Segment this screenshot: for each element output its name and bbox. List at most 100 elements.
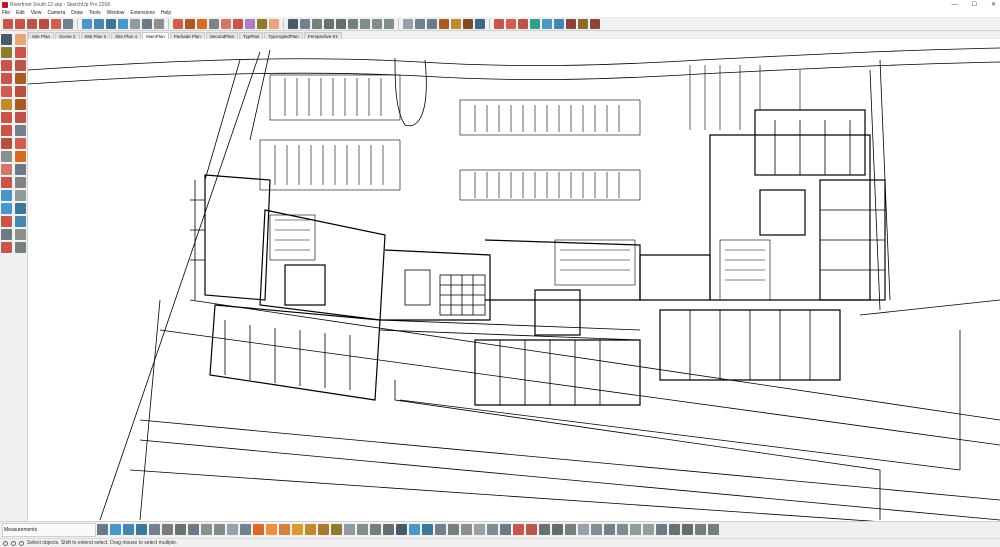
scene-tab-site-plan-2[interactable]: Site Plan 2 — [80, 32, 111, 39]
dynamic-component-icon[interactable] — [201, 524, 212, 535]
soften-edges-icon[interactable] — [461, 524, 472, 535]
group-icon[interactable] — [312, 18, 322, 29]
menu-help[interactable]: Help — [161, 10, 171, 16]
export-icon[interactable] — [539, 524, 550, 535]
minimize-button[interactable]: — — [952, 2, 958, 8]
polygon-tool-icon[interactable] — [1, 86, 12, 97]
scene-tab-typangledplan[interactable]: TypAngledPlan — [264, 32, 303, 39]
axes-tool-icon[interactable] — [1, 177, 12, 188]
preferences-icon[interactable] — [500, 524, 511, 535]
scene-tab-site-plan-4[interactable]: Site Plan 4 — [111, 32, 142, 39]
push-pull-tool-icon[interactable] — [15, 112, 26, 123]
outliner-icon[interactable] — [383, 524, 394, 535]
dimension-icon[interactable] — [197, 18, 207, 29]
select-tool-icon[interactable] — [1, 34, 12, 45]
arc-tool-icon[interactable] — [15, 60, 26, 71]
ungroup-icon[interactable] — [656, 524, 667, 535]
walk-icon[interactable] — [142, 18, 152, 29]
eraser-tool-icon[interactable] — [15, 34, 26, 45]
paint-bucket-icon[interactable] — [1, 47, 12, 58]
geo-icon[interactable] — [530, 18, 540, 29]
maximize-button[interactable]: ☐ — [972, 1, 977, 8]
zoom-extents-icon[interactable] — [106, 18, 116, 29]
unlock-icon[interactable] — [617, 524, 628, 535]
pie-icon[interactable] — [1, 99, 12, 110]
paint-icon[interactable] — [257, 18, 267, 29]
stamp-icon[interactable] — [149, 524, 160, 535]
menu-draw[interactable]: Draw — [71, 10, 83, 16]
back-view-icon[interactable] — [372, 18, 382, 29]
text-icon[interactable] — [209, 18, 219, 29]
smoove-icon[interactable] — [136, 524, 147, 535]
position-camera-icon[interactable] — [15, 242, 26, 253]
move-tool-icon[interactable] — [1, 112, 12, 123]
hidden-line-icon[interactable] — [427, 18, 437, 29]
eraser-icon[interactable] — [269, 18, 279, 29]
orbit-icon[interactable] — [118, 18, 128, 29]
section-plane-icon[interactable] — [173, 18, 183, 29]
offset-tool-icon[interactable] — [15, 138, 26, 149]
dimension-tool-icon[interactable] — [15, 151, 26, 162]
rotate-tool-icon[interactable] — [1, 125, 12, 136]
scene-tab-parkade-plan[interactable]: Parkade Plan — [169, 32, 205, 39]
extension-manager-icon[interactable] — [526, 524, 537, 535]
rotated-rect-icon[interactable] — [15, 86, 26, 97]
front-view-icon[interactable] — [348, 18, 358, 29]
instructor-icon[interactable] — [448, 524, 459, 535]
style-icon[interactable] — [357, 524, 368, 535]
fog-icon[interactable] — [344, 524, 355, 535]
line-tool-icon[interactable] — [1, 60, 12, 71]
3d-text-icon[interactable] — [15, 177, 26, 188]
zoom-window-tool-icon[interactable] — [15, 203, 26, 214]
look-around-icon[interactable] — [154, 18, 164, 29]
materials-icon[interactable] — [422, 524, 433, 535]
flip-edge-icon[interactable] — [188, 524, 199, 535]
sandbox-icon[interactable] — [566, 18, 576, 29]
section-display-icon[interactable] — [185, 18, 195, 29]
scale-tool-icon[interactable] — [1, 138, 12, 149]
menu-edit[interactable]: Edit — [16, 10, 25, 16]
offset-icon[interactable] — [51, 18, 61, 29]
warehouse-icon[interactable] — [494, 18, 504, 29]
zoom-extents-tool-icon[interactable] — [1, 216, 12, 227]
credits-icon[interactable] — [11, 540, 16, 546]
three-point-arc-icon[interactable] — [15, 99, 26, 110]
protractor-tool-icon[interactable] — [1, 164, 12, 175]
axis-tool-icon[interactable] — [97, 524, 108, 535]
upload-icon[interactable] — [542, 18, 552, 29]
cursor-icon[interactable] — [475, 18, 485, 29]
scene-tab-scene-2[interactable]: Scene 2 — [55, 32, 80, 39]
text-tool-icon[interactable] — [15, 164, 26, 175]
freehand-icon[interactable] — [15, 47, 26, 58]
zoom-tool-icon[interactable] — [1, 203, 12, 214]
move-icon[interactable] — [3, 18, 13, 29]
top-view-icon[interactable] — [336, 18, 346, 29]
layout-icon[interactable] — [518, 18, 528, 29]
axes-icon[interactable] — [233, 18, 243, 29]
components-panel-icon[interactable] — [435, 524, 446, 535]
shaded-icon[interactable] — [439, 18, 449, 29]
look-around-tool-icon[interactable] — [15, 229, 26, 240]
orbit-tool-icon[interactable] — [1, 190, 12, 201]
rotate-icon[interactable] — [15, 18, 25, 29]
add-detail-icon[interactable] — [175, 524, 186, 535]
geo-location-icon[interactable] — [3, 540, 8, 546]
scene-icon[interactable] — [396, 524, 407, 535]
solid-subtract-icon[interactable] — [292, 524, 303, 535]
solid-intersect-icon[interactable] — [266, 524, 277, 535]
circle-tool-icon[interactable] — [15, 73, 26, 84]
xray-icon[interactable] — [403, 18, 413, 29]
rectangle-tool-icon[interactable] — [1, 73, 12, 84]
component-icon[interactable] — [300, 18, 310, 29]
menu-file[interactable]: File — [2, 10, 10, 16]
scene-tab-typplan[interactable]: TypPlan — [239, 32, 264, 39]
solid-outer-shell-icon[interactable] — [253, 524, 264, 535]
menu-window[interactable]: Window — [107, 10, 125, 16]
shadow-icon[interactable] — [331, 524, 342, 535]
entity-info-icon[interactable] — [409, 524, 420, 535]
user-icon[interactable] — [19, 540, 24, 546]
select-icon[interactable] — [288, 18, 298, 29]
download-icon[interactable] — [554, 18, 564, 29]
layer-icon[interactable] — [370, 524, 381, 535]
protractor-icon[interactable] — [221, 18, 231, 29]
